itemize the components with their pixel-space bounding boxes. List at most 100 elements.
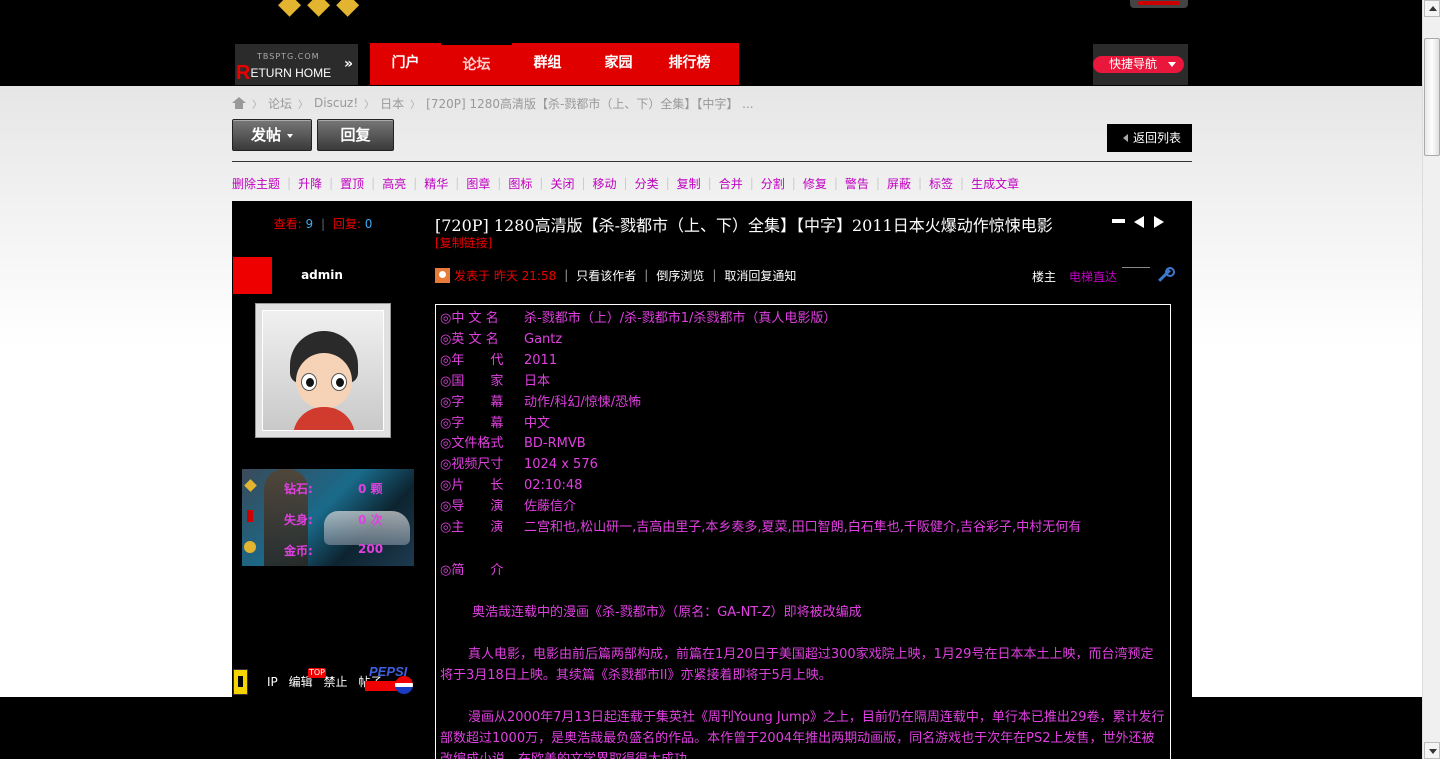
next-thread-icon[interactable] xyxy=(1154,216,1164,228)
home-icon[interactable] xyxy=(232,97,246,109)
goto-floor-input[interactable] xyxy=(1122,267,1150,269)
nav-item-portal[interactable]: 门户 xyxy=(370,43,441,85)
ip-link[interactable]: IP xyxy=(267,675,278,689)
site-logo[interactable]: ◆◆◆ xyxy=(270,0,550,18)
mod-action-link[interactable]: 分割 xyxy=(761,175,785,192)
mod-separator: | xyxy=(371,176,376,190)
info-line: ◎主 演 二宫和也,松山研一,吉高由里子,本乡奏多,夏菜,田口智朗,白石隼也,千阪… xyxy=(440,518,1166,539)
mod-action-link[interactable]: 复制 xyxy=(677,175,701,192)
info-line: ◎字 幕 中文 xyxy=(440,414,1166,435)
views-count: 9 xyxy=(305,217,314,231)
post-container: 查看: 9 | 回复: 0 admin 钻石: 0 颗 失身: 0 次 金币: … xyxy=(232,201,1192,759)
breadcrumb-discuz[interactable]: Discuz! xyxy=(314,96,358,110)
mod-action-link[interactable]: 屏蔽 xyxy=(887,175,911,192)
mod-action-link[interactable]: 修复 xyxy=(803,175,827,192)
stat-row-lost: 失身: 0 次 xyxy=(242,508,414,528)
mod-action-link[interactable]: 警告 xyxy=(845,175,869,192)
mod-action-link[interactable]: 升降 xyxy=(298,175,322,192)
nav-item-groups[interactable]: 群组 xyxy=(512,43,583,85)
print-icon[interactable] xyxy=(1112,216,1125,227)
stat-row-diamond: 钻石: 0 颗 xyxy=(242,477,414,497)
nav-item-ranking[interactable]: 排行榜 xyxy=(654,43,725,85)
cancel-notify-link[interactable]: 取消回复通知 xyxy=(724,267,796,284)
user-stats-banner: 钻石: 0 颗 失身: 0 次 金币: 200 xyxy=(242,469,414,566)
scroll-down-icon[interactable] xyxy=(1424,742,1440,759)
copy-link[interactable]: [复制链接] xyxy=(435,234,492,251)
reply-button[interactable]: 回复 xyxy=(317,119,394,151)
new-post-button[interactable]: 发帖 xyxy=(232,119,312,151)
corner-widget[interactable] xyxy=(1130,0,1188,8)
only-author-link[interactable]: 只看该作者 xyxy=(576,267,636,284)
info-value: 2011 xyxy=(524,352,558,368)
breadcrumb: 〉 论坛 〉 Discuz! 〉 日本 〉 [720P] 1280高清版【杀-戮… xyxy=(232,95,754,111)
movie-info-list: ◎中 文 名 杀-戮都市（上）/杀-戮都市1/杀戮都市（真人电影版） ◎英 文 名 G… xyxy=(440,309,1166,539)
ban-link[interactable]: 禁止 xyxy=(323,675,347,689)
info-key: ◎片 长 xyxy=(440,478,504,494)
previous-thread-icon[interactable] xyxy=(1134,216,1144,228)
breadcrumb-thread: [720P] 1280高清版【杀-戮都市（上、下）全集】【中字】 ... xyxy=(426,96,754,111)
mod-action-link[interactable]: 图标 xyxy=(508,175,532,192)
nav-item-home[interactable]: 家园 xyxy=(583,43,654,85)
top-badge: TOP xyxy=(308,668,326,678)
info-key: ◎文件格式 xyxy=(440,436,504,452)
post-meta: 发表于 昨天 21:58 | 只看该作者 | 倒序浏览 | 取消回复通知 xyxy=(435,267,796,283)
return-home-button[interactable]: TBSPTG.COM RETURN HOME » xyxy=(235,44,358,85)
author-name[interactable]: admin xyxy=(292,268,352,282)
double-chevron-icon: » xyxy=(343,56,353,72)
replies-count: 0 xyxy=(364,217,373,231)
mod-action-link[interactable]: 合并 xyxy=(719,175,743,192)
mod-action-link[interactable]: 移动 xyxy=(593,175,617,192)
title-tools xyxy=(1112,214,1172,228)
author-actions: IP 编辑 禁止 帖子 TOP PEPSI xyxy=(232,664,414,696)
intro-paragraph-1: 奥浩哉连载中的漫画《杀-戮都市》（原名：GA-NT-Z）即将被改编成 xyxy=(472,604,862,620)
scroll-up-icon[interactable] xyxy=(1424,0,1440,17)
info-line: ◎字 幕 动作/科幻/惊悚/恐怖 xyxy=(440,393,1166,414)
breadcrumb-japan[interactable]: 日本 xyxy=(380,95,404,112)
intro-paragraph-2: 真人电影，电影由前后篇两部构成，前篇在1月20日于美国超过300家戏院上映，1月… xyxy=(440,646,1154,683)
goto-floor-link[interactable]: 电梯直达 xyxy=(1069,268,1117,285)
info-key: ◎国 家 xyxy=(440,373,504,389)
user-icon xyxy=(435,267,450,283)
avatar[interactable] xyxy=(255,303,391,438)
posted-time: 发表于 昨天 21:58 xyxy=(454,268,557,283)
mod-action-link[interactable]: 高亮 xyxy=(382,175,406,192)
info-value: 动作/科幻/惊悚/恐怖 xyxy=(524,394,642,410)
breadcrumb-forum[interactable]: 论坛 xyxy=(268,95,292,112)
info-line: ◎英 文 名 Gantz xyxy=(440,330,1166,351)
intro-paragraph-3: 漫画从2000年7月13日起连载于集英社《周刊Young Jump》之上，目前仍… xyxy=(440,709,1165,759)
info-value: 中文 xyxy=(524,415,551,431)
nav-item-forum[interactable]: 论坛 xyxy=(441,43,512,85)
stat-row-gold: 金币: 200 xyxy=(242,539,414,559)
info-key: ◎字 幕 xyxy=(440,394,504,410)
figure-icon xyxy=(247,510,253,522)
mod-action-link[interactable]: 精华 xyxy=(424,175,448,192)
mod-action-link[interactable]: 图章 xyxy=(466,175,490,192)
post-content: ◎中 文 名 杀-戮都市（上）/杀-戮都市1/杀戮都市（真人电影版） ◎英 文 名 G… xyxy=(435,304,1171,759)
info-key: ◎主 演 xyxy=(440,520,504,536)
info-value: Gantz xyxy=(524,331,563,347)
reverse-order-link[interactable]: 倒序浏览 xyxy=(656,267,704,284)
return-home-domain: TBSPTG.COM xyxy=(257,52,320,61)
quick-nav-button[interactable]: 快捷导航 xyxy=(1093,56,1184,73)
info-line: ◎片 长 02:10:48 xyxy=(440,476,1166,497)
wrench-icon[interactable] xyxy=(1157,267,1175,282)
info-key: ◎英 文 名 xyxy=(440,331,499,347)
vertical-scrollbar[interactable] xyxy=(1422,0,1440,759)
top-header-band: ◆◆◆ TBSPTG.COM RETURN HOME » 门户 论坛 群组 家园… xyxy=(0,0,1422,86)
new-post-label: 发帖 xyxy=(250,126,281,144)
forum-page: ◆◆◆ TBSPTG.COM RETURN HOME » 门户 论坛 群组 家园… xyxy=(0,0,1422,759)
info-value: BD-RMVB xyxy=(524,436,586,452)
mod-action-link[interactable]: 置顶 xyxy=(340,175,364,192)
info-key: ◎中 文 名 xyxy=(440,311,499,326)
mod-action-link[interactable]: 生成文章 xyxy=(971,175,1019,192)
mod-separator: | xyxy=(749,176,754,190)
replies-label: 回复: xyxy=(332,217,361,231)
mod-action-link[interactable]: 标签 xyxy=(929,175,953,192)
mod-separator: | xyxy=(791,176,796,190)
mod-action-link[interactable]: 删除主题 xyxy=(232,175,280,192)
mod-action-link[interactable]: 关闭 xyxy=(550,175,574,192)
scroll-thumb[interactable] xyxy=(1424,38,1440,156)
quick-nav-label: 快捷导航 xyxy=(1109,57,1158,71)
back-to-list-button[interactable]: 返回列表 xyxy=(1107,124,1192,152)
mod-action-link[interactable]: 分类 xyxy=(635,175,659,192)
